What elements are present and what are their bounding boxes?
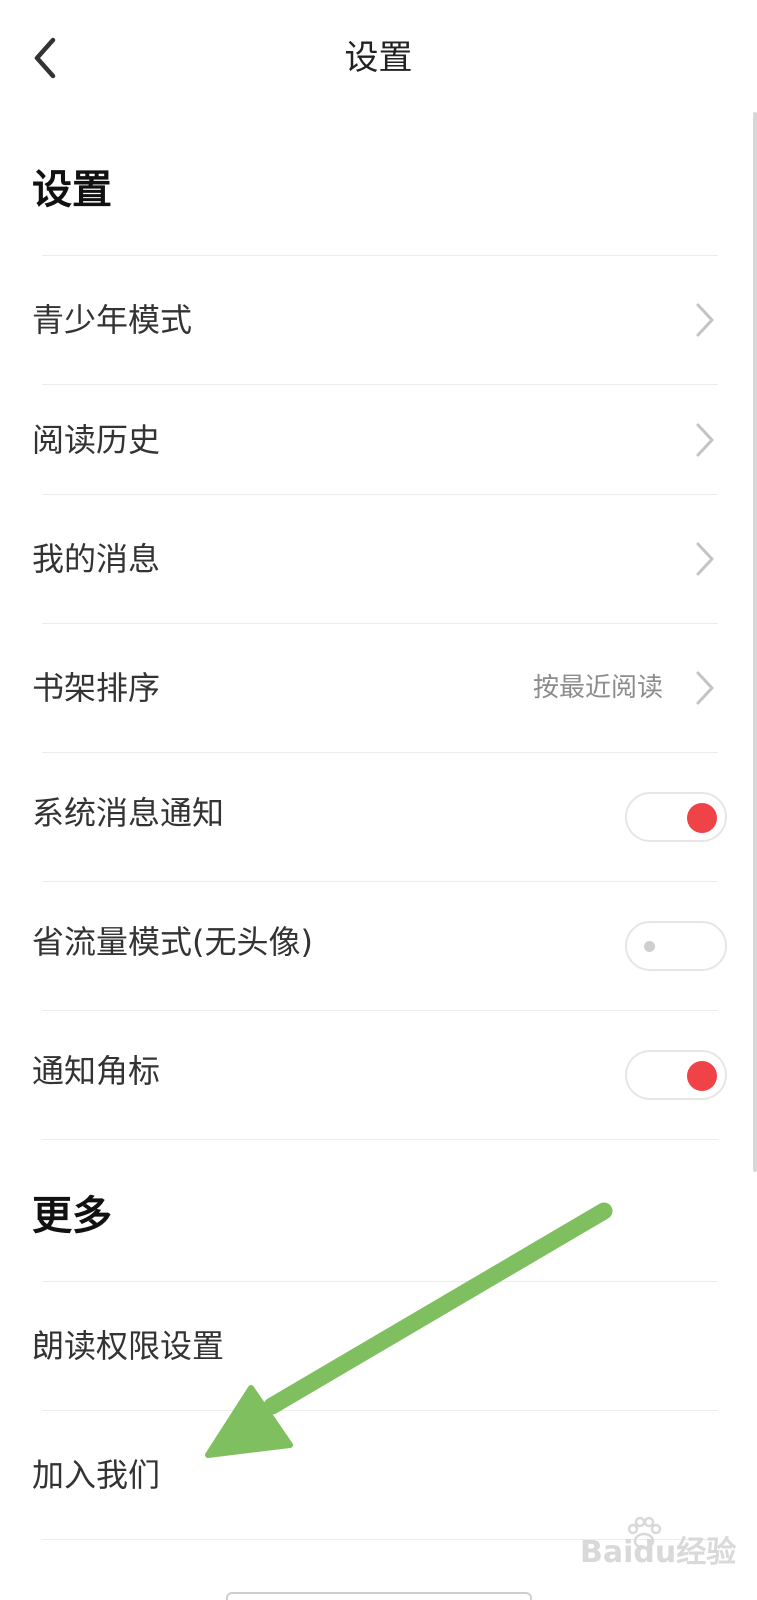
badge-toggle[interactable] <box>625 1050 727 1100</box>
section-title-settings: 设置 <box>32 167 112 213</box>
row-reading-history[interactable]: 阅读历史 <box>0 385 757 493</box>
row-label: 系统消息通知 <box>32 794 225 832</box>
shelf-sort-value: 按最近阅读 <box>532 673 663 703</box>
navigation-bar: 设置 <box>0 0 757 112</box>
toggle-knob <box>687 803 717 833</box>
home-indicator <box>226 1592 532 1600</box>
scrollbar[interactable] <box>753 112 757 1172</box>
settings-page: 设置 设置 青少年模式 阅读历史 我的消息 书架排序 按最近阅读 系统消息通知 … <box>0 0 757 1600</box>
row-label: 朗读权限设置 <box>32 1327 225 1365</box>
paw-icon <box>627 1516 662 1550</box>
row-read-aloud-permission[interactable]: 朗读权限设置 <box>0 1282 757 1410</box>
data-saver-toggle[interactable] <box>625 921 727 971</box>
toggle-knob <box>644 941 655 952</box>
row-label: 通知角标 <box>32 1052 161 1090</box>
toggle-knob <box>687 1061 717 1091</box>
row-my-messages[interactable]: 我的消息 <box>0 495 757 623</box>
chevron-right-icon <box>696 542 714 576</box>
row-data-saver: 省流量模式(无头像) <box>0 882 757 1010</box>
chevron-right-icon <box>696 423 714 457</box>
row-label: 书架排序 <box>32 669 161 707</box>
row-badge: 通知角标 <box>0 1011 757 1139</box>
page-title: 设置 <box>344 38 413 78</box>
divider <box>42 1139 718 1140</box>
row-label: 青少年模式 <box>32 301 193 339</box>
row-label: 加入我们 <box>32 1456 161 1494</box>
row-label: 阅读历史 <box>32 421 161 459</box>
row-label: 省流量模式(无头像) <box>32 923 313 961</box>
row-label: 我的消息 <box>32 540 161 578</box>
chevron-right-icon <box>696 671 714 705</box>
row-youth-mode[interactable]: 青少年模式 <box>0 256 757 384</box>
baidu-watermark: Baidu经验 <box>580 1516 740 1578</box>
row-system-notification: 系统消息通知 <box>0 753 757 881</box>
system-notification-toggle[interactable] <box>625 792 727 842</box>
chevron-right-icon <box>696 303 714 337</box>
section-title-more: 更多 <box>32 1193 112 1239</box>
row-shelf-sort[interactable]: 书架排序 按最近阅读 <box>0 624 757 752</box>
